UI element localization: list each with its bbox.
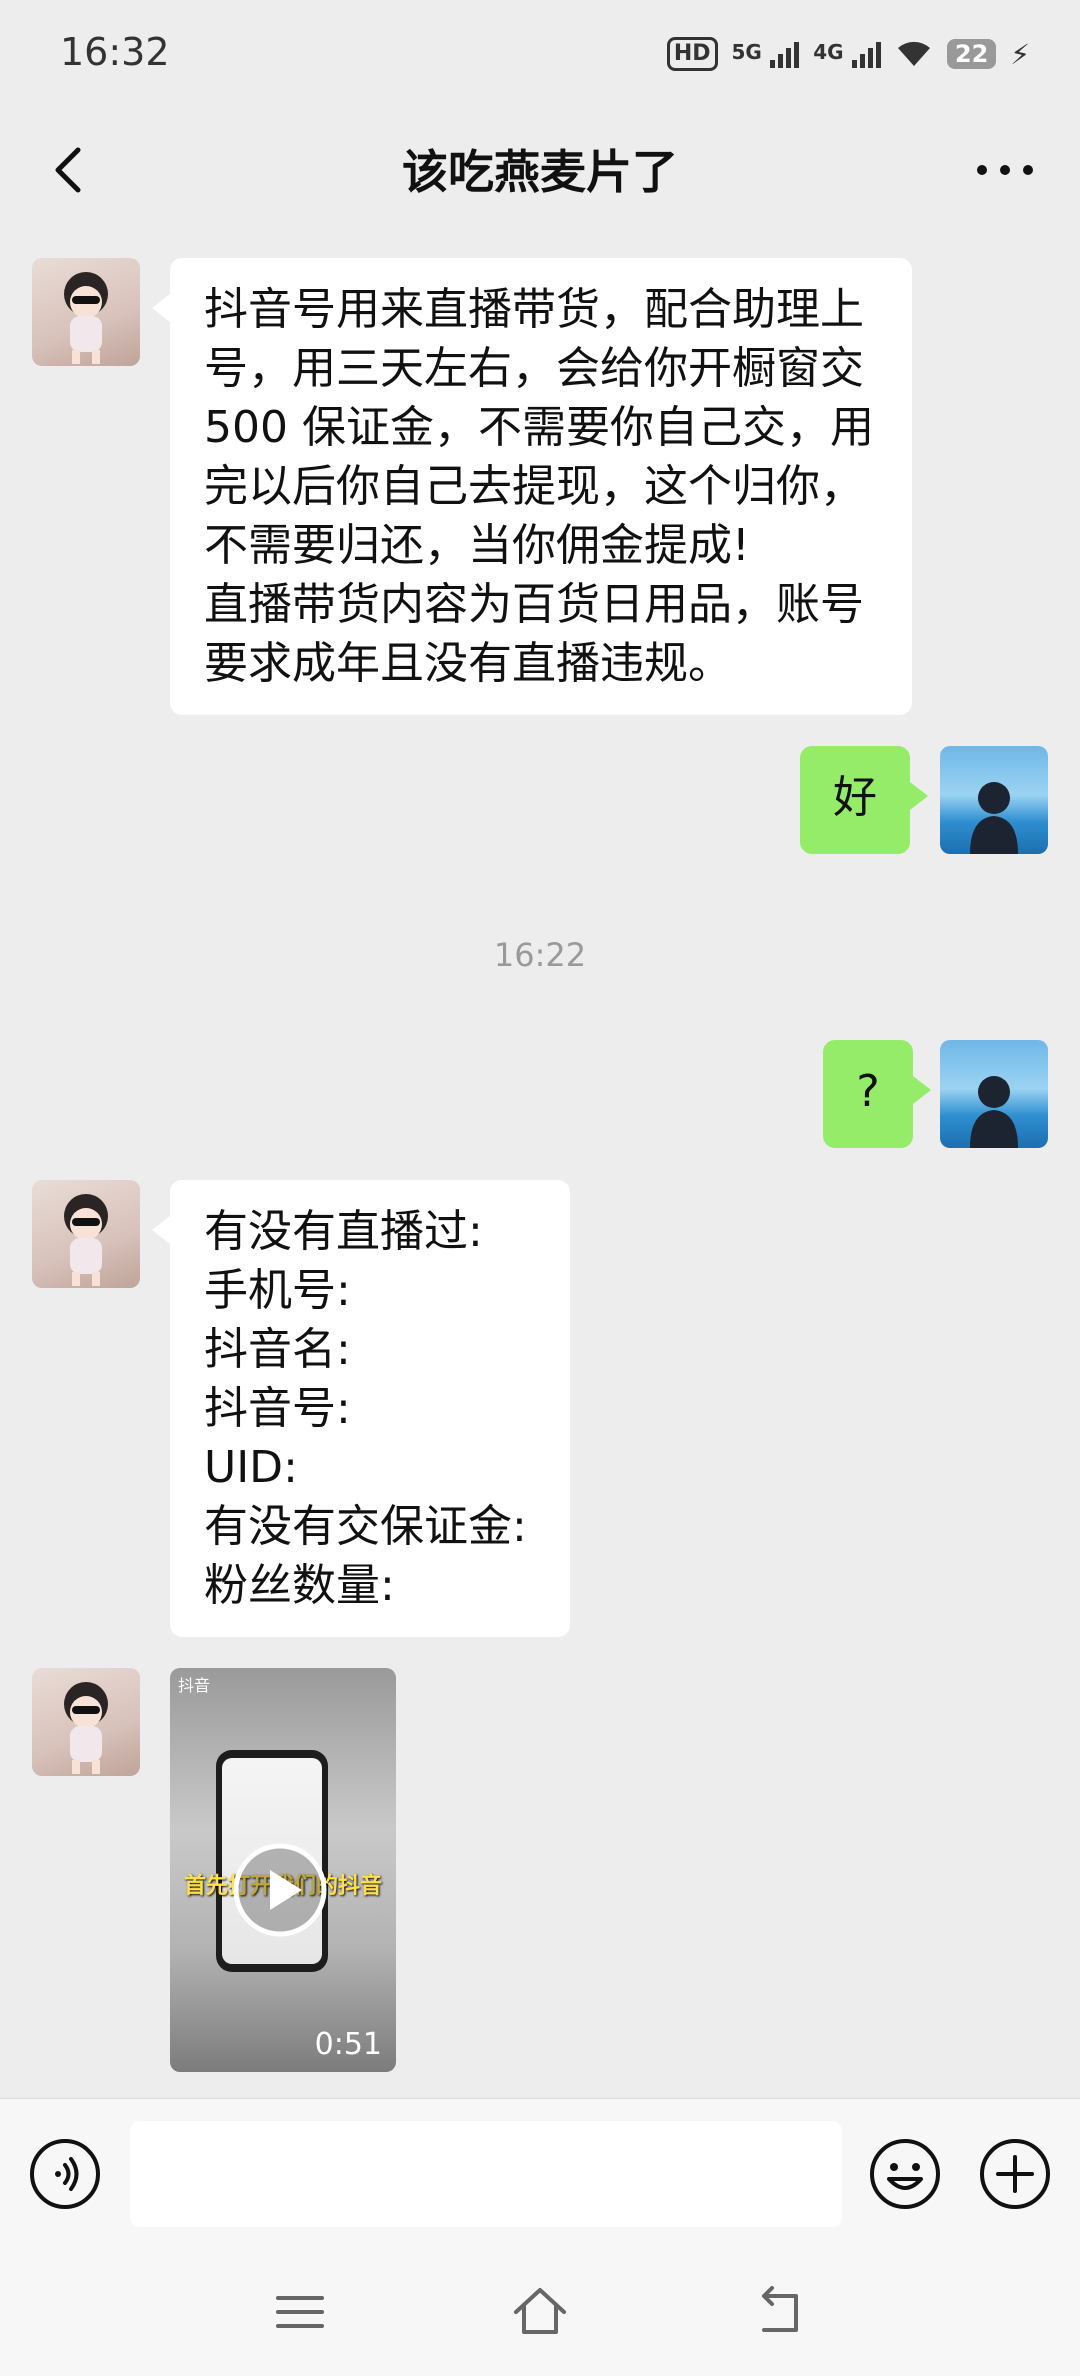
system-navigation	[0, 2248, 1080, 2376]
video-brand-label: 抖音	[178, 1676, 211, 1695]
message-line: 直播带货内容为百货日用品，账号	[204, 579, 864, 630]
home-icon[interactable]	[510, 2282, 570, 2342]
self-avatar[interactable]	[940, 746, 1048, 854]
play-icon[interactable]	[230, 1840, 330, 1940]
chat-messages: 抖音号用来直播带货，配合助理上 号，用三天左右，会给你开橱窗交 500 保证金，…	[0, 230, 1080, 2098]
message-line: 手机号:	[204, 1265, 351, 1316]
chat-header: 该吃燕麦片了	[0, 110, 1080, 230]
message-line: 完以后你自己去提现，这个归你，	[204, 461, 864, 512]
message-line: 有没有直播过:	[204, 1206, 483, 1257]
contact-avatar[interactable]	[32, 1180, 140, 1288]
back-icon[interactable]	[750, 2282, 810, 2342]
contact-avatar[interactable]	[32, 258, 140, 366]
chat-title: 该吃燕麦片了	[402, 145, 678, 199]
message-line: 抖音号:	[204, 1383, 351, 1434]
wifi-icon	[897, 41, 930, 66]
message-line: 抖音号用来直播带货，配合助理上	[204, 284, 864, 335]
message-line: 有没有交保证金:	[204, 1501, 527, 1552]
video-duration: 0:51	[314, 2027, 382, 2062]
message-line: 粉丝数量:	[204, 1560, 395, 1611]
menu-icon[interactable]	[270, 2282, 330, 2342]
message-bubble[interactable]: 抖音号用来直播带货，配合助理上 号，用三天左右，会给你开橱窗交 500 保证金，…	[152, 258, 912, 715]
message-line: 500 保证金，不需要你自己交，用	[204, 402, 874, 453]
message-text: ?	[856, 1066, 880, 1117]
message-line: 号，用三天左右，会给你开橱窗交	[204, 343, 864, 394]
message-bubble[interactable]: 好	[800, 746, 928, 854]
voice-icon[interactable]	[28, 2137, 102, 2211]
message-text: 好	[833, 772, 877, 823]
message-line: 抖音名:	[204, 1324, 351, 1375]
status-bar: 16:32 HD 5G 4G 22 ⚡	[0, 0, 1080, 110]
message-bubble[interactable]: 有没有直播过: 手机号: 抖音名: 抖音号: UID: 有没有交保证金: 粉丝数…	[152, 1180, 570, 1637]
battery-icon: 22	[946, 39, 997, 69]
contact-avatar[interactable]	[32, 1668, 140, 1776]
plus-icon[interactable]	[978, 2137, 1052, 2211]
charging-icon: ⚡	[1010, 37, 1030, 71]
message-input[interactable]	[130, 2121, 842, 2227]
timestamp: 16:22	[493, 936, 587, 974]
emoji-icon[interactable]	[868, 2137, 942, 2211]
status-icons: HD 5G 4G 22 ⚡	[666, 32, 1030, 76]
message-line: 不需要归还，当你佣金提成!	[204, 520, 750, 571]
signal-4g-icon: 4G	[813, 40, 881, 68]
video-message[interactable]: 抖音 首先打开我们的抖音 0:51	[170, 1668, 396, 2072]
message-bubble[interactable]: ?	[823, 1040, 931, 1148]
more-dots-icon[interactable]	[970, 140, 1040, 200]
signal-5g-icon: 5G	[732, 40, 800, 68]
message-line: UID:	[204, 1442, 298, 1493]
hd-icon: HD	[666, 37, 718, 71]
input-bar	[0, 2098, 1080, 2249]
status-time: 16:32	[60, 30, 170, 74]
self-avatar[interactable]	[940, 1040, 1048, 1148]
message-line: 要求成年且没有直播违规。	[204, 638, 732, 689]
